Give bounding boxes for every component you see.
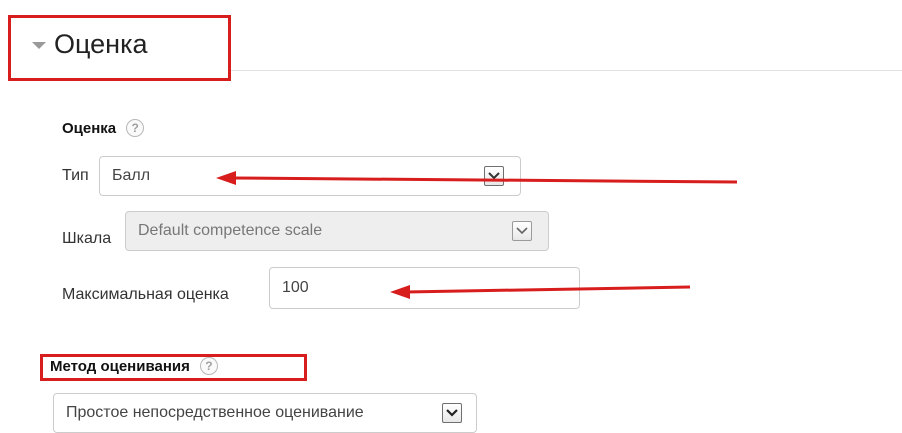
arrow-max-grade xyxy=(390,285,691,299)
arrow-type xyxy=(216,171,738,185)
annotation-arrows xyxy=(216,171,738,299)
